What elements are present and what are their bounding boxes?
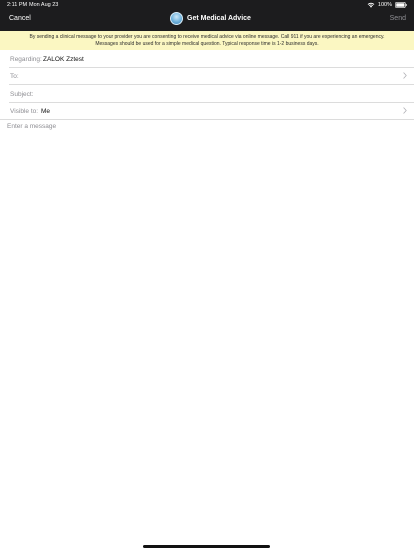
disclaimer-line-1: By sending a clinical message to your pr…	[29, 33, 385, 40]
consent-disclaimer-banner: By sending a clinical message to your pr…	[0, 31, 414, 50]
to-row[interactable]: To:	[0, 68, 414, 85]
nav-title-group: Get Medical Advice	[170, 12, 251, 25]
status-indicators: 100%	[367, 0, 407, 10]
send-button[interactable]: Send	[390, 15, 406, 22]
wifi-icon	[367, 2, 375, 8]
header: 2:11 PM Mon Aug 23 100% Cancel Get Medic…	[0, 0, 414, 31]
cancel-button[interactable]: Cancel	[9, 15, 31, 22]
subject-row[interactable]: Subject:	[0, 86, 414, 103]
app-logo-icon	[170, 12, 183, 25]
visible-to-row[interactable]: Visible to: Me	[0, 103, 414, 120]
visible-to-value: Me	[41, 108, 51, 115]
message-input[interactable]: Enter a message	[7, 123, 56, 130]
row-divider	[0, 119, 414, 120]
compose-medical-message-screen: 2:11 PM Mon Aug 23 100% Cancel Get Medic…	[0, 0, 414, 552]
regarding-value: ZALOK Zztest	[43, 56, 84, 63]
subject-label: Subject:	[10, 91, 34, 98]
disclaimer-text: By sending a clinical message to your pr…	[7, 34, 407, 48]
disclaimer-line-2: Messages should be used for a simple med…	[95, 40, 319, 47]
battery-percent: 100%	[377, 2, 392, 8]
status-time: 2:11 PM	[7, 2, 28, 8]
navigation-bar: Cancel Get Medical Advice Send	[0, 10, 414, 31]
visible-to-label: Visible to:	[10, 108, 39, 115]
chevron-right-icon[interactable]	[403, 72, 407, 79]
to-label: To:	[10, 73, 19, 80]
regarding-row[interactable]: Regarding: ZALOK Zztest	[0, 51, 414, 68]
status-bar: 2:11 PM Mon Aug 23 100%	[0, 0, 414, 10]
status-date: Mon Aug 23	[29, 2, 59, 8]
home-indicator[interactable]	[143, 545, 270, 548]
battery-icon	[395, 2, 407, 8]
row-divider	[9, 84, 414, 85]
regarding-label: Regarding:	[10, 56, 42, 63]
chevron-right-icon[interactable]	[403, 107, 407, 114]
page-title: Get Medical Advice	[187, 15, 251, 22]
